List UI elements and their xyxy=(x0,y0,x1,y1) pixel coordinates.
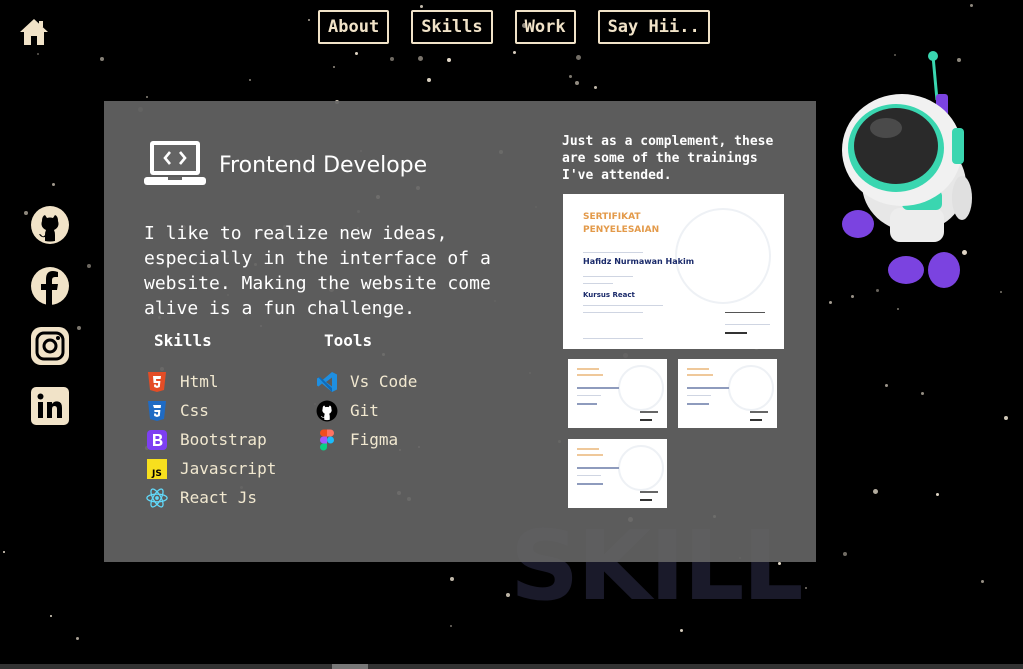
star xyxy=(843,552,847,556)
github-icon[interactable] xyxy=(30,205,70,245)
star xyxy=(308,19,310,21)
top-navigation: About Skills Work Say Hii.. xyxy=(318,10,710,44)
tool-label: Figma xyxy=(350,430,399,449)
list-item: Html xyxy=(146,367,276,396)
skill-label: Bootstrap xyxy=(180,430,267,449)
star xyxy=(146,96,148,98)
bootstrap-icon xyxy=(146,429,168,451)
certificate-thumb[interactable] xyxy=(678,359,777,428)
list-item: Git xyxy=(316,396,417,425)
star xyxy=(418,56,423,61)
star xyxy=(355,52,358,55)
star xyxy=(420,5,423,8)
certificate-main[interactable]: SERTIFIKAT PENYELESAIAN Hafidz Nurmawan … xyxy=(563,194,784,349)
star xyxy=(52,183,55,186)
star xyxy=(897,308,899,310)
figma-icon xyxy=(316,429,338,451)
star xyxy=(873,489,878,494)
skills-panel: Frontend Develope I like to realize new … xyxy=(104,101,816,562)
facebook-icon[interactable] xyxy=(30,266,70,306)
javascript-icon: JS xyxy=(146,458,168,480)
skills-list: Html Css Bootstrap JS Javascript React J… xyxy=(146,367,276,512)
star xyxy=(575,81,579,85)
star xyxy=(921,392,924,395)
skill-label: Javascript xyxy=(180,459,277,478)
nav-say-hii-button[interactable]: Say Hii.. xyxy=(597,10,710,44)
star xyxy=(249,79,251,81)
tools-list: Vs Code Git Figma xyxy=(316,367,417,454)
horizontal-scrollbar[interactable] xyxy=(0,664,1023,669)
star xyxy=(1004,416,1008,420)
astronaut-illustration xyxy=(842,51,972,288)
star xyxy=(76,637,79,640)
star xyxy=(427,78,431,82)
star xyxy=(594,86,597,89)
linkedin-icon[interactable] xyxy=(30,386,70,426)
certificate-subtitle: PENYELESAIAN xyxy=(583,225,660,235)
instagram-icon[interactable] xyxy=(30,326,70,366)
star xyxy=(1000,291,1002,293)
trainings-text: Just as a complement, these are some of … xyxy=(562,134,774,183)
star xyxy=(805,587,807,589)
star xyxy=(450,577,454,581)
star xyxy=(885,384,888,387)
list-item: Figma xyxy=(316,425,417,454)
vscode-icon xyxy=(316,371,338,393)
svg-text:JS: JS xyxy=(151,469,162,479)
nav-skills-button[interactable]: Skills xyxy=(411,10,493,44)
star xyxy=(450,625,452,627)
star xyxy=(100,57,104,61)
list-item: JS Javascript xyxy=(146,454,276,483)
nav-work-button[interactable]: Work xyxy=(514,10,576,44)
certificate-thumb[interactable] xyxy=(568,359,667,428)
star xyxy=(447,58,451,62)
certificate-name: Hafidz Nurmawan Hakim xyxy=(583,257,695,266)
skill-label: Html xyxy=(180,372,219,391)
star xyxy=(3,551,5,553)
star xyxy=(970,4,973,7)
star xyxy=(513,51,516,54)
css3-icon xyxy=(146,400,168,422)
role-title: Frontend Develope xyxy=(219,153,428,178)
react-icon xyxy=(146,487,168,509)
skills-heading: Skills xyxy=(154,331,212,350)
star xyxy=(680,629,683,632)
list-item: Vs Code xyxy=(316,367,417,396)
certificate-seal xyxy=(675,208,771,304)
certificate-course: Kursus React xyxy=(583,291,635,299)
home-icon[interactable] xyxy=(18,16,50,48)
tool-label: Git xyxy=(350,401,379,420)
scrollbar-thumb[interactable] xyxy=(332,664,368,669)
star xyxy=(24,211,28,215)
laptop-code-icon xyxy=(144,141,206,185)
certificate-title: SERTIFIKAT xyxy=(583,212,641,222)
star xyxy=(569,75,572,78)
star xyxy=(87,264,91,268)
intro-text: I like to realize new ideas, especially … xyxy=(144,223,491,319)
star xyxy=(936,493,939,496)
github-icon xyxy=(316,400,338,422)
star xyxy=(50,615,52,617)
tool-label: Vs Code xyxy=(350,372,418,391)
star xyxy=(37,53,39,55)
star xyxy=(981,580,984,583)
html5-icon xyxy=(146,371,168,393)
star xyxy=(576,55,581,60)
skill-label: Css xyxy=(180,401,209,420)
certificate-thumb[interactable] xyxy=(568,439,667,508)
star xyxy=(77,326,81,330)
list-item: React Js xyxy=(146,483,276,512)
skill-label: React Js xyxy=(180,488,258,507)
star xyxy=(390,57,394,61)
list-item: Bootstrap xyxy=(146,425,276,454)
nav-about-button[interactable]: About xyxy=(318,10,390,44)
list-item: Css xyxy=(146,396,276,425)
tools-heading: Tools xyxy=(324,331,373,350)
star xyxy=(333,66,335,68)
